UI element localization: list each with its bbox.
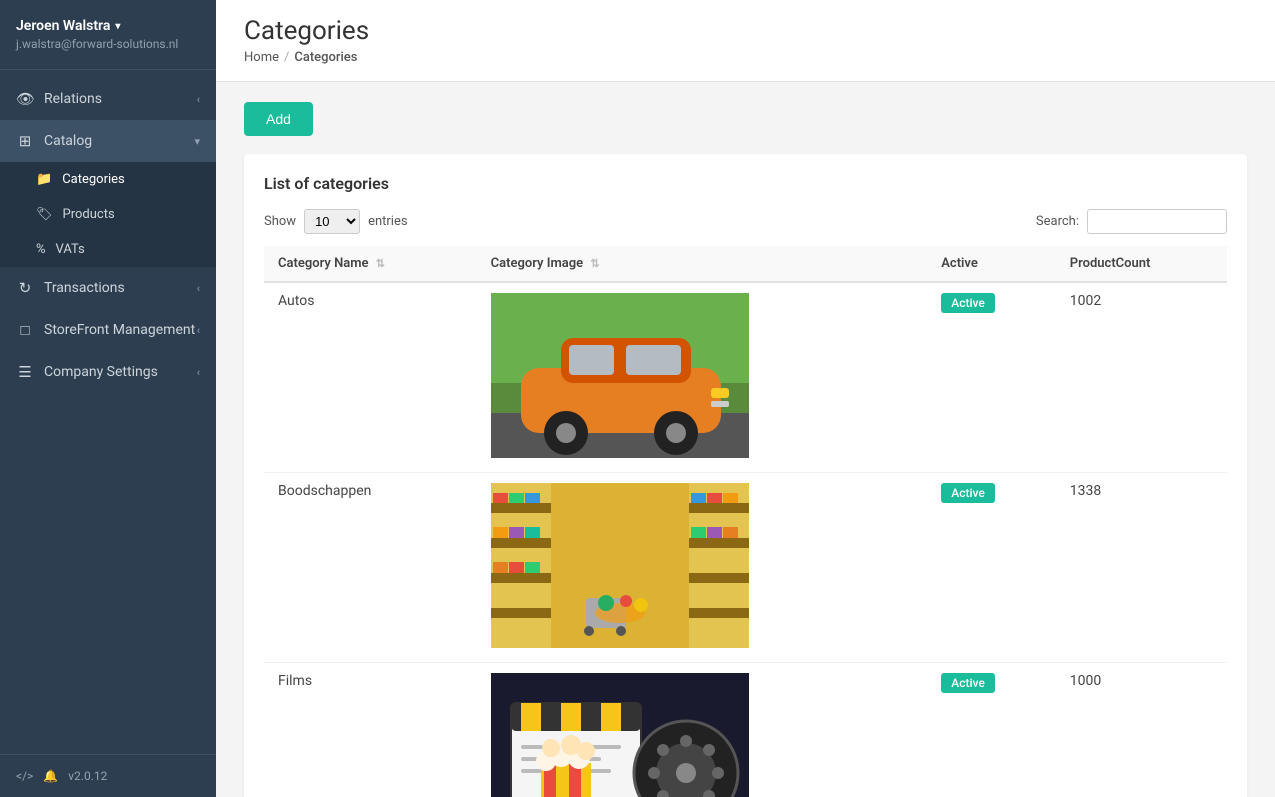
user-name[interactable]: Jeroen Walstra ▾ [16, 18, 200, 34]
folder-icon: 📁 [36, 172, 52, 187]
add-button[interactable]: Add [244, 102, 313, 136]
user-dropdown-icon: ▾ [115, 21, 120, 32]
sidebar-item-products[interactable]: 🏷 Products [0, 197, 216, 232]
breadcrumb-home[interactable]: Home [244, 50, 279, 65]
table-row: Boodschappen [264, 473, 1227, 663]
card-title: List of categories [264, 174, 1227, 193]
sidebar-item-label: StoreFront Management [44, 322, 195, 338]
table-row: Autos [264, 282, 1227, 473]
page-title: Categories [244, 16, 1247, 46]
chevron-right-icon: ‹ [197, 366, 200, 379]
sidebar-item-storefront[interactable]: □ StoreFront Management ‹ [0, 309, 216, 351]
chevron-right-icon: ‹ [197, 93, 200, 106]
user-email: j.walstra@forward-solutions.nl [16, 37, 200, 51]
categories-card: List of categories Show 10 25 50 100 ent… [244, 154, 1247, 797]
breadcrumb-separator: / [284, 50, 289, 65]
sidebar-item-catalog[interactable]: ⊞ Catalog ▾ [0, 120, 216, 162]
col-header-image[interactable]: Category Image ⇅ [477, 246, 928, 282]
sidebar-nav: 👁 Relations ‹ ⊞ Catalog ▾ 📁 Categories 🏷… [0, 70, 216, 754]
sidebar-item-label: Relations [44, 91, 102, 107]
sidebar-item-label: Transactions [44, 280, 125, 296]
category-name-cell: Boodschappen [264, 473, 477, 663]
chevron-right-icon: ‹ [197, 282, 200, 295]
sidebar-footer: </> 🔔 v2.0.12 [0, 754, 216, 797]
catalog-icon: ⊞ [16, 132, 34, 150]
col-header-name[interactable]: Category Name ⇅ [264, 246, 477, 282]
version-label: v2.0.12 [68, 769, 107, 783]
category-name-cell: Autos [264, 282, 477, 473]
sidebar: Jeroen Walstra ▾ j.walstra@forward-solut… [0, 0, 216, 797]
status-badge: Active [941, 483, 995, 503]
percent-icon: % [36, 242, 46, 257]
entries-select[interactable]: 10 25 50 100 [304, 209, 360, 234]
sidebar-item-categories[interactable]: 📁 Categories [0, 162, 216, 197]
sidebar-item-company-settings[interactable]: ☰ Company Settings ‹ [0, 351, 216, 393]
sidebar-subitem-label: Categories [62, 172, 125, 187]
bell-icon: 🔔 [43, 769, 58, 783]
chevron-down-icon: ▾ [194, 135, 200, 148]
topbar: Categories Home / Categories [216, 0, 1275, 82]
category-count-cell: 1000 [1056, 663, 1227, 797]
breadcrumb: Home / Categories [244, 50, 1247, 65]
table-header-row: Category Name ⇅ Category Image ⇅ Active … [264, 246, 1227, 282]
chevron-right-icon: ‹ [197, 324, 200, 337]
category-image-cell [477, 473, 928, 663]
search-input[interactable] [1087, 209, 1227, 234]
code-icon: </> [16, 769, 33, 783]
relations-icon: 👁 [16, 90, 34, 108]
sort-icon: ⇅ [376, 257, 385, 270]
sidebar-item-relations[interactable]: 👁 Relations ‹ [0, 78, 216, 120]
transactions-icon: ↻ [16, 279, 34, 297]
catalog-submenu: 📁 Categories 🏷 Products % VATs [0, 162, 216, 267]
sidebar-subitem-label: Products [63, 207, 115, 222]
entries-label: entries [368, 214, 408, 229]
status-badge: Active [941, 673, 995, 693]
show-label: Show [264, 214, 296, 229]
category-active-cell: Active [927, 473, 1056, 663]
search-label: Search: [1036, 214, 1079, 229]
category-count-cell: 1338 [1056, 473, 1227, 663]
category-image-cell [477, 663, 928, 797]
sidebar-item-label: Company Settings [44, 364, 158, 380]
col-header-active[interactable]: Active [927, 246, 1056, 282]
category-name-cell: Films [264, 663, 477, 797]
sidebar-item-label: Catalog [44, 133, 92, 149]
category-active-cell: Active [927, 663, 1056, 797]
categories-table: Category Name ⇅ Category Image ⇅ Active … [264, 246, 1227, 797]
sidebar-user: Jeroen Walstra ▾ j.walstra@forward-solut… [0, 0, 216, 70]
show-entries: Show 10 25 50 100 entries [264, 209, 408, 234]
col-header-productcount[interactable]: ProductCount [1056, 246, 1227, 282]
storefront-icon: □ [16, 321, 34, 339]
category-image-cell [477, 282, 928, 473]
sidebar-subitem-label: VATs [56, 242, 85, 257]
sort-icon: ⇅ [590, 257, 599, 270]
sidebar-item-transactions[interactable]: ↻ Transactions ‹ [0, 267, 216, 309]
category-count-cell: 1002 [1056, 282, 1227, 473]
settings-icon: ☰ [16, 363, 34, 381]
content-area: Add List of categories Show 10 25 50 100… [216, 82, 1275, 797]
category-active-cell: Active [927, 282, 1056, 473]
sidebar-item-vats[interactable]: % VATs [0, 232, 216, 267]
status-badge: Active [941, 293, 995, 313]
tag-icon: 🏷 [36, 207, 53, 222]
search-box: Search: [1036, 209, 1227, 234]
table-controls: Show 10 25 50 100 entries Search: [264, 209, 1227, 234]
table-row: Films [264, 663, 1227, 797]
breadcrumb-current: Categories [294, 50, 357, 65]
main-content: Categories Home / Categories Add List of… [216, 0, 1275, 797]
